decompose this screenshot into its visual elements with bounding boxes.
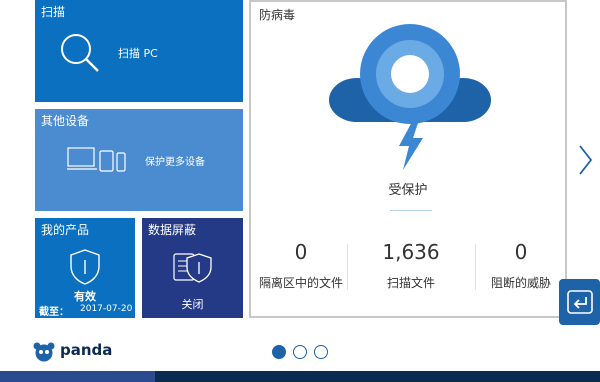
protect-more-devices-label: 保护更多设备 (145, 157, 205, 168)
antivirus-panel[interactable]: 防病毒 受保护 0 隔离区中的文件 1,636 扫描文件 0 阻断的威胁 (249, 0, 567, 318)
data-shield-icon (173, 253, 212, 283)
quarantine-count: 0 (294, 240, 308, 264)
privacy-status: 关闭 (181, 298, 204, 311)
expiry-label: 截至： (39, 307, 69, 318)
return-arrow-icon (567, 290, 593, 314)
blocked-threats-stat[interactable]: 0 阻断的威胁 (471, 240, 571, 291)
data-privacy-tile[interactable]: 数据屏蔽 关闭 (142, 218, 243, 318)
stat-divider (347, 244, 348, 290)
other-devices-tile[interactable]: 其他设备 保护更多设备 (35, 109, 243, 211)
brand-name: panda (60, 341, 113, 359)
my-products-title: 我的产品 (41, 223, 90, 237)
protected-cloud-icon (329, 24, 491, 170)
footer-bar-right (155, 371, 600, 382)
antivirus-title: 防病毒 (259, 8, 296, 22)
scan-tile[interactable]: 扫描 扫描 PC (35, 0, 243, 102)
protection-status: 受保护 (388, 183, 428, 198)
quarantine-stat[interactable]: 0 隔离区中的文件 (251, 240, 351, 291)
page-dot-2[interactable] (293, 345, 307, 359)
footer-bar-left (0, 371, 155, 382)
scan-pc-label: 扫描 PC (118, 47, 158, 60)
scan-tile-title: 扫描 (41, 5, 66, 19)
other-devices-title: 其他设备 (41, 114, 90, 128)
blocked-threats-count: 0 (514, 240, 528, 264)
scanned-files-stat[interactable]: 1,636 扫描文件 (361, 240, 461, 291)
data-privacy-title: 数据屏蔽 (148, 223, 197, 237)
magnifier-icon (61, 34, 99, 72)
my-products-tile[interactable]: 我的产品 有效 截至： 2017-07-20 (35, 218, 135, 318)
chevron-right-icon[interactable] (574, 140, 596, 180)
shield-icon (70, 249, 100, 285)
back-button[interactable] (559, 279, 600, 325)
blocked-threats-label: 阻断的威胁 (490, 276, 551, 290)
quarantine-label: 隔离区中的文件 (258, 276, 343, 290)
status-underline (390, 210, 432, 211)
expiry-date: 2017-07-20 (80, 304, 133, 314)
scanned-files-label: 扫描文件 (386, 276, 435, 290)
scanned-files-count: 1,636 (382, 240, 440, 264)
devices-icon (67, 147, 126, 172)
product-status: 有效 (74, 290, 96, 303)
page-dot-3[interactable] (314, 345, 328, 359)
panda-bear-icon (33, 342, 55, 362)
page-dot-1[interactable] (272, 345, 286, 359)
